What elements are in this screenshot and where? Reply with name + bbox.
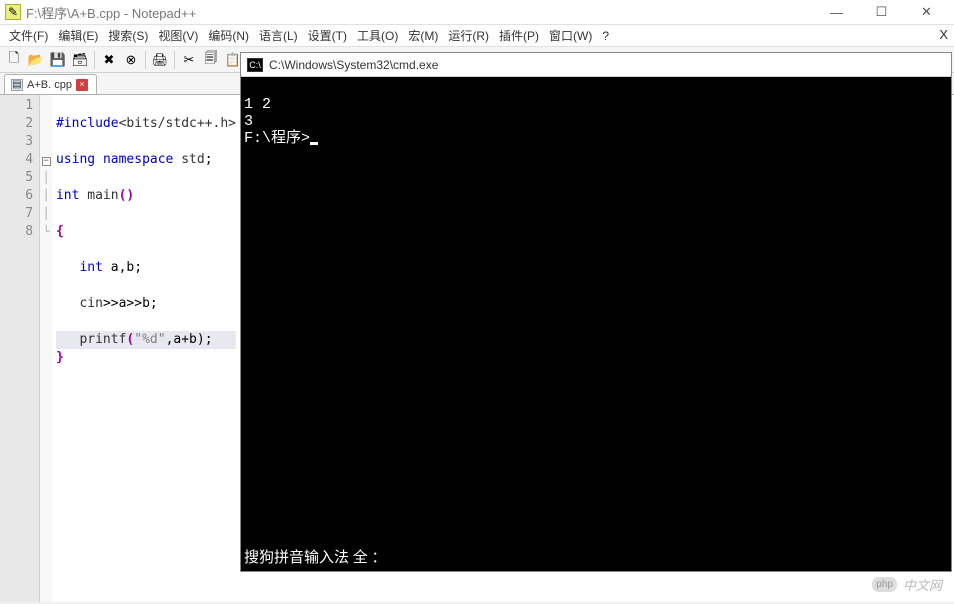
menu-help[interactable]: ? [597, 27, 614, 45]
menu-settings[interactable]: 设置(T) [303, 25, 352, 46]
code-token: } [56, 350, 64, 365]
menubar: 文件(F) 编辑(E) 搜索(S) 视图(V) 编码(N) 语言(L) 设置(T… [0, 25, 954, 47]
line-number: 3 [0, 133, 33, 151]
save-icon[interactable]: 💾 [48, 50, 68, 70]
code-token: >>a>>b; [103, 296, 158, 311]
close-all-icon[interactable]: ⊗ [121, 50, 141, 70]
code-token: cin [79, 296, 102, 311]
code-token [56, 260, 79, 275]
watermark-badge: php [872, 577, 897, 592]
new-file-icon[interactable]: 🗋 [4, 50, 24, 70]
close-file-icon[interactable]: ✖ [99, 50, 119, 70]
code-token: int [56, 188, 79, 203]
save-all-icon[interactable]: 🗃 [70, 50, 90, 70]
line-number: 2 [0, 115, 33, 133]
menu-run[interactable]: 运行(R) [443, 25, 494, 46]
file-icon: ▤ [11, 79, 23, 91]
cut-icon[interactable]: ✂ [179, 50, 199, 70]
app-icon: ✎ [5, 4, 21, 20]
watermark-text: 中文网 [903, 575, 942, 594]
close-button[interactable]: ✕ [904, 0, 949, 24]
code-token: { [56, 224, 64, 239]
code-editor[interactable]: #include<bits/stdc++.h> using namespace … [52, 95, 240, 602]
line-number: 6 [0, 187, 33, 205]
code-token: printf [79, 332, 126, 347]
menu-edit[interactable]: 编辑(E) [53, 25, 103, 46]
minimize-button[interactable]: — [814, 0, 859, 24]
window-controls: — ☐ ✕ [814, 0, 949, 24]
menu-view[interactable]: 视图(V) [153, 25, 203, 46]
fold-column: − │ │ │ └ [40, 95, 52, 602]
code-token: main [87, 188, 118, 203]
code-token: "%d" [134, 332, 165, 347]
menu-plugins[interactable]: 插件(P) [494, 25, 544, 46]
console-prompt: F:\程序> [244, 130, 310, 147]
line-number-gutter: 1 2 3 4 5 6 7 8 [0, 95, 40, 602]
menu-language[interactable]: 语言(L) [254, 25, 303, 46]
code-token: ; [205, 152, 213, 167]
fold-guide: └ [40, 223, 52, 241]
editor-pane: 1 2 3 4 5 6 7 8 − │ │ │ └ #include<bits/… [0, 95, 240, 602]
console-titlebar[interactable]: C:\ C:\Windows\System32\cmd.exe [241, 53, 951, 77]
code-token: namespace [103, 152, 173, 167]
fold-guide: │ [40, 169, 52, 187]
toolbar-separator [145, 51, 146, 69]
menu-macro[interactable]: 宏(M) [403, 25, 443, 46]
cmd-icon: C:\ [247, 58, 263, 72]
copy-icon[interactable]: 🗐 [201, 50, 221, 70]
line-number: 7 [0, 205, 33, 223]
code-token [56, 332, 79, 347]
console-line: 3 [244, 113, 253, 130]
console-window[interactable]: C:\ C:\Windows\System32\cmd.exe 1 2 3 F:… [240, 52, 952, 572]
ime-status: 搜狗拼音输入法 全 ： [244, 550, 387, 567]
toolbar-separator [174, 51, 175, 69]
titlebar: ✎ F:\程序\A+B.cpp - Notepad++ — ☐ ✕ [0, 0, 954, 25]
tab-close-button[interactable]: × [76, 79, 88, 91]
open-file-icon[interactable]: 📂 [26, 50, 46, 70]
code-token: #include [56, 116, 119, 131]
code-token: ,a+b); [166, 332, 213, 347]
menu-window[interactable]: 窗口(W) [544, 25, 597, 46]
code-token: int [79, 260, 102, 275]
code-token: () [119, 188, 135, 203]
line-number: 4 [0, 151, 33, 169]
code-token: <bits/stdc++.h> [119, 116, 236, 131]
window-title: F:\程序\A+B.cpp - Notepad++ [26, 3, 814, 22]
tab-ab-cpp[interactable]: ▤ A+B. cpp × [4, 74, 97, 94]
cursor-icon [310, 142, 318, 145]
line-number: 5 [0, 169, 33, 187]
menu-file[interactable]: 文件(F) [4, 25, 53, 46]
fold-guide: │ [40, 205, 52, 223]
watermark: php 中文网 [872, 575, 942, 594]
toolbar-separator [94, 51, 95, 69]
code-token: a,b; [103, 260, 142, 275]
tab-label: A+B. cpp [27, 79, 72, 91]
menu-tools[interactable]: 工具(O) [352, 25, 403, 46]
print-icon[interactable]: 🖨 [150, 50, 170, 70]
console-title-text: C:\Windows\System32\cmd.exe [269, 58, 438, 72]
fold-guide: │ [40, 187, 52, 205]
line-number: 8 [0, 223, 33, 241]
console-line: 1 2 [244, 96, 271, 113]
mdi-close-button[interactable]: X [939, 27, 948, 42]
console-output[interactable]: 1 2 3 F:\程序> 搜狗拼音输入法 全 ： [241, 77, 951, 571]
line-number: 1 [0, 97, 33, 115]
code-token [56, 296, 79, 311]
code-token: std [181, 152, 204, 167]
code-token: using [56, 152, 95, 167]
fold-toggle-icon[interactable]: − [42, 157, 51, 166]
menu-encoding[interactable]: 编码(N) [203, 25, 254, 46]
menu-search[interactable]: 搜索(S) [103, 25, 153, 46]
maximize-button[interactable]: ☐ [859, 0, 904, 24]
